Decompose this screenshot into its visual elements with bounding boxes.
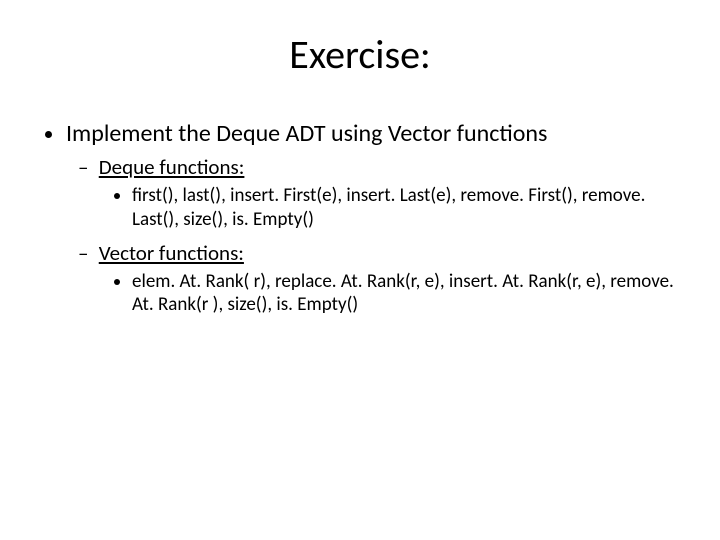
bullet-list-level1: Implement the Deque ADT using Vector fun…	[44, 119, 680, 317]
vector-detail: elem. At. Rank( r), replace. At. Rank(r,…	[132, 270, 680, 318]
main-bullet: Implement the Deque ADT using Vector fun…	[66, 119, 680, 317]
bullet-list-level3-vector: elem. At. Rank( r), replace. At. Rank(r,…	[96, 270, 680, 318]
slide-title: Exercise:	[40, 30, 680, 79]
dash-icon: –	[78, 154, 94, 180]
vector-label: Vector functions:	[99, 240, 244, 266]
vector-section: – Vector functions: elem. At. Rank( r), …	[96, 240, 680, 318]
main-bullet-text: Implement the Deque ADT using Vector fun…	[66, 119, 547, 148]
bullet-list-level2: – Deque functions: first(), last(), inse…	[66, 154, 680, 317]
slide-container: Exercise: Implement the Deque ADT using …	[0, 0, 720, 540]
dash-icon: –	[78, 240, 94, 266]
deque-label: Deque functions:	[99, 154, 245, 180]
bullet-list-level3-deque: first(), last(), insert. First(e), inser…	[96, 184, 680, 232]
deque-detail: first(), last(), insert. First(e), inser…	[132, 184, 680, 232]
deque-section: – Deque functions: first(), last(), inse…	[96, 154, 680, 232]
